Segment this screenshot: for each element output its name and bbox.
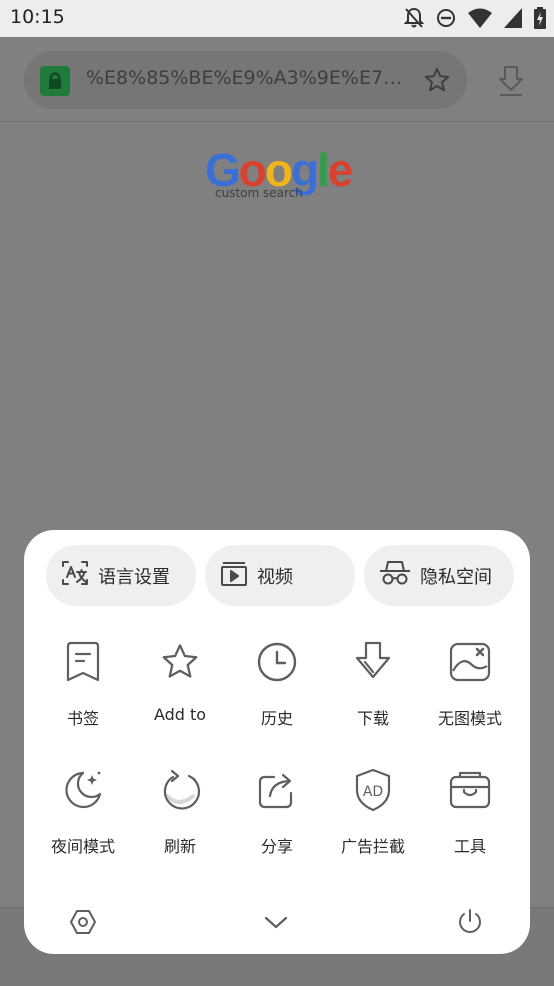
chip-language-settings[interactable]: 语言设置	[46, 545, 196, 606]
menu-item-add-to[interactable]: Add to	[132, 638, 228, 724]
chip-video[interactable]: 视频	[205, 545, 355, 606]
menu-item-label: 刷新	[163, 837, 196, 856]
menu-item-tools[interactable]: 工具	[422, 766, 518, 857]
svg-text:AD: AD	[363, 784, 383, 800]
menu-item-refresh[interactable]: 刷新	[132, 766, 228, 857]
browser-menu-sheet: 语言设置 视频 隐私空间 书签 Add to 历史 下载 无图模式 夜间模式 刷…	[24, 530, 530, 954]
chip-label: 视频	[257, 566, 293, 588]
menu-item-label: 书签	[66, 709, 99, 728]
menu-item-label: 无图模式	[437, 709, 502, 728]
incognito-icon	[378, 558, 412, 593]
status-bar: 10:15	[0, 0, 554, 37]
address-bar[interactable]: %E8%85%BE%E9%A3%9E%E7%B...	[24, 51, 467, 109]
refresh-icon	[132, 766, 228, 814]
settings-hexagon-icon[interactable]	[63, 902, 103, 942]
status-icons	[404, 7, 546, 29]
history-clock-icon	[229, 638, 325, 686]
translate-icon	[60, 558, 90, 593]
toolbox-icon	[422, 766, 518, 814]
menu-item-label: 广告拦截	[340, 837, 405, 856]
google-logo: Google custom search	[0, 144, 554, 200]
menu-item-no-image-mode[interactable]: 无图模式	[422, 638, 518, 729]
menu-item-label: 下载	[356, 709, 389, 728]
url-text[interactable]: %E8%85%BE%E9%A3%9E%E7%B...	[86, 67, 416, 89]
chip-label: 语言设置	[98, 566, 170, 588]
status-time: 10:15	[10, 6, 65, 28]
collapse-chevron-icon[interactable]	[256, 902, 296, 942]
night-mode-moon-icon	[35, 766, 131, 814]
menu-item-history[interactable]: 历史	[229, 638, 325, 729]
star-icon	[132, 638, 228, 686]
divider	[0, 121, 554, 122]
menu-item-label: 夜间模式	[50, 837, 115, 856]
battery-charging-icon	[534, 7, 546, 29]
menu-item-download[interactable]: 下载	[325, 638, 421, 729]
download-arrow-icon[interactable]	[496, 65, 526, 101]
bookmark-icon	[35, 638, 131, 686]
ad-block-shield-icon: AD	[325, 766, 421, 814]
power-exit-icon[interactable]	[450, 902, 490, 942]
download-icon	[325, 638, 421, 686]
chip-label: 隐私空间	[420, 566, 492, 588]
menu-item-ad-block[interactable]: AD 广告拦截	[325, 766, 421, 857]
favorite-star-icon[interactable]	[422, 65, 452, 99]
menu-item-bookmarks[interactable]: 书签	[35, 638, 131, 729]
menu-item-label: Add to	[153, 705, 207, 724]
lock-icon	[40, 66, 70, 96]
notifications-off-icon	[404, 7, 424, 29]
menu-item-label: 历史	[260, 709, 293, 728]
wifi-icon	[468, 8, 492, 28]
cellular-signal-icon	[504, 8, 522, 28]
do-not-disturb-icon	[436, 8, 456, 28]
no-image-icon	[422, 638, 518, 686]
menu-item-share[interactable]: 分享	[229, 766, 325, 857]
menu-item-label: 工具	[453, 837, 486, 856]
video-icon	[219, 558, 249, 593]
chip-private-space[interactable]: 隐私空间	[364, 545, 514, 606]
share-icon	[229, 766, 325, 814]
logo-subtext: custom search	[215, 186, 303, 200]
menu-item-label: 分享	[260, 837, 293, 856]
menu-item-night-mode[interactable]: 夜间模式	[35, 766, 131, 857]
